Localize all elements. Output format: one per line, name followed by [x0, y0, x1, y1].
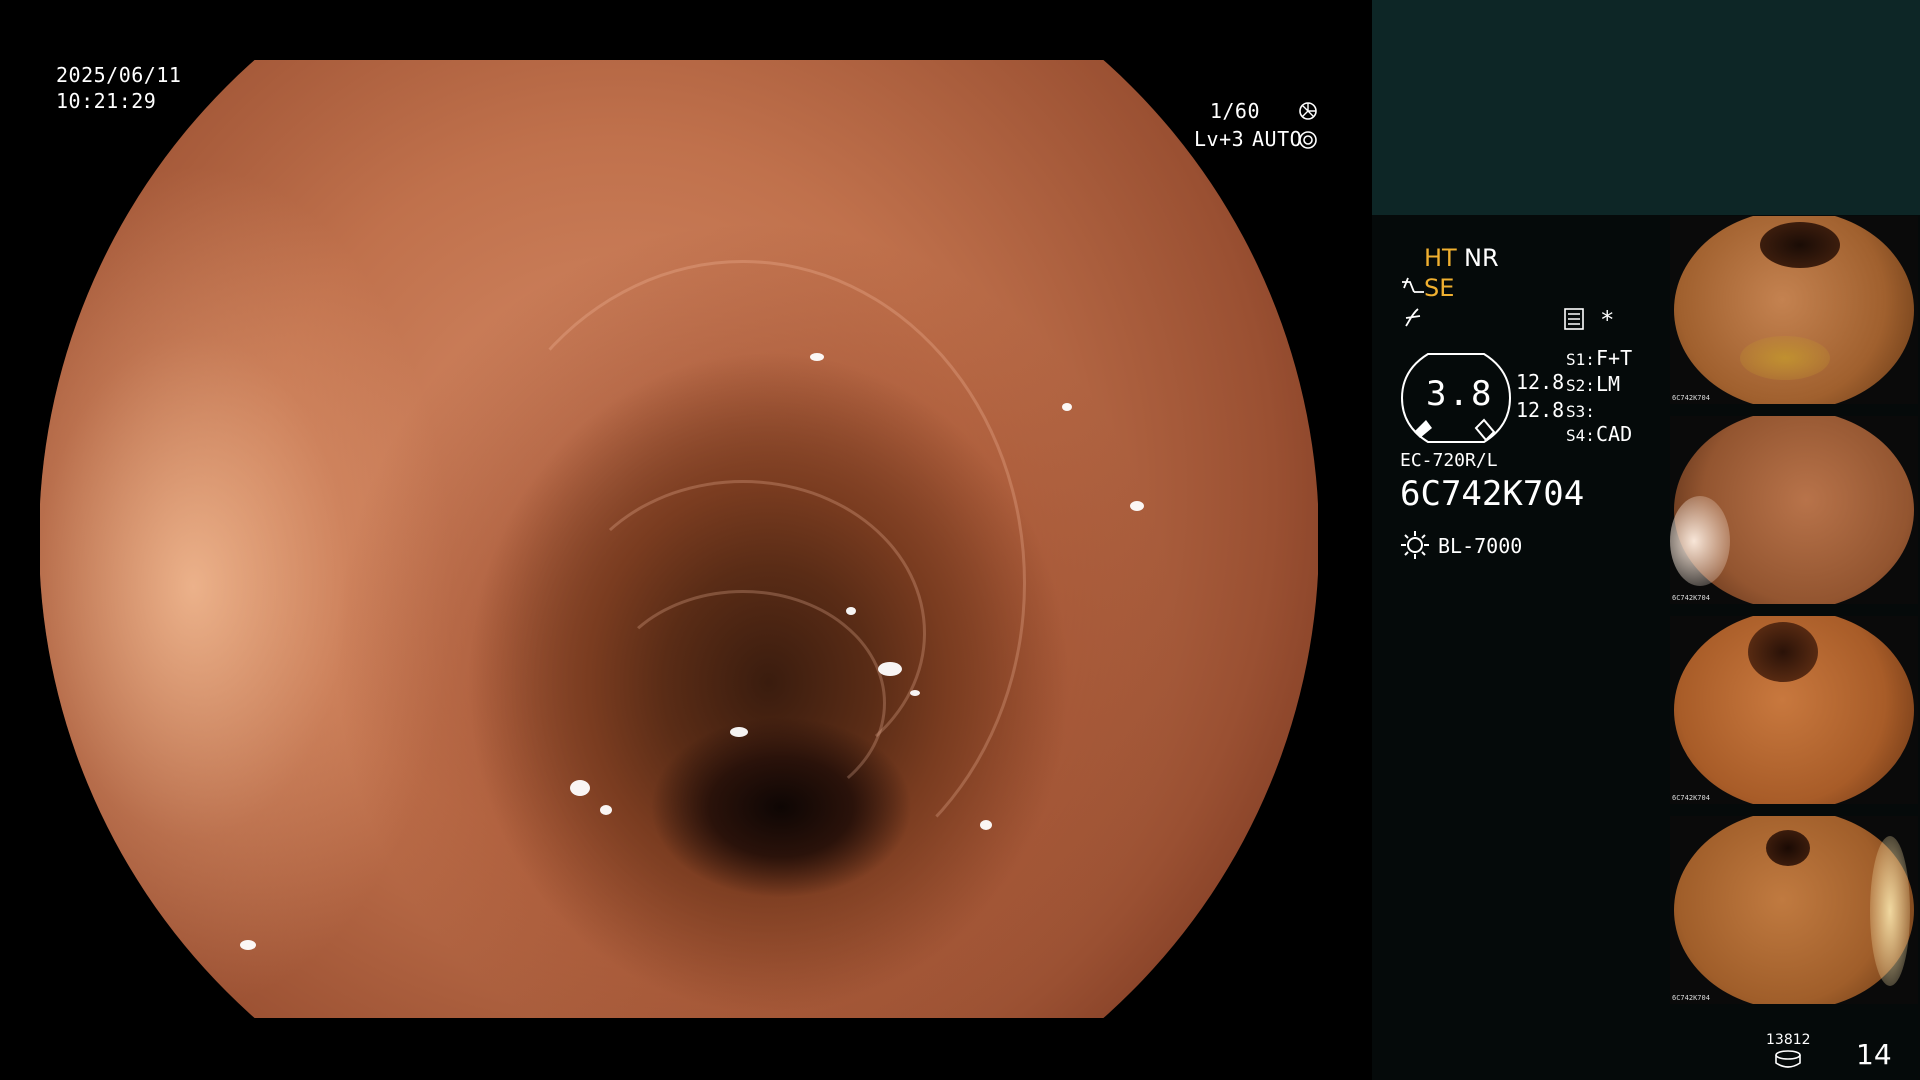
- specular-highlight: [1130, 501, 1144, 511]
- image-count: 14: [1856, 1038, 1892, 1071]
- auto-exposure-icon: [1299, 131, 1317, 149]
- thumbnail-label: 6C742K704: [1672, 794, 1710, 802]
- mucosal-fold: [600, 590, 886, 816]
- captured-thumbnail[interactable]: 6C742K704: [1670, 416, 1918, 604]
- thumbnail-glare: [1870, 836, 1910, 986]
- thumbnail-fluid: [1740, 336, 1830, 380]
- exam-time: 10:21:29: [56, 89, 157, 113]
- specular-highlight: [1062, 403, 1072, 411]
- exam-date: 2025/06/11: [56, 63, 182, 87]
- light-source-icon: [1401, 531, 1429, 559]
- gauge-side-a: 12.8: [1516, 370, 1565, 394]
- endoscope-view: 2025/06/11 10:21:29 1/60 Lv+3 AUTO: [0, 0, 1372, 1080]
- captured-thumbnail[interactable]: 6C742K704: [1670, 616, 1918, 804]
- shutter-speed: 1/60: [1209, 99, 1260, 123]
- brightness-level: Lv+3: [1194, 127, 1245, 151]
- shutter-icon: [1299, 102, 1317, 120]
- exposure-mode: AUTO: [1252, 127, 1303, 151]
- switch-4-key: S4:: [1566, 426, 1595, 445]
- switch-2-value: LM: [1596, 372, 1621, 396]
- storage-icon: [1775, 1050, 1801, 1068]
- storage-count: 13812: [1766, 1032, 1811, 1048]
- thumbnail-glare: [1670, 496, 1730, 586]
- scope-serial: 6C742K704: [1400, 474, 1585, 514]
- se-indicator: SE: [1424, 274, 1455, 302]
- captured-thumbnail[interactable]: 6C742K704: [1670, 816, 1918, 1004]
- gauge-value: 3.8: [1426, 374, 1494, 414]
- specular-highlight: [730, 727, 748, 737]
- light-source-model: BL-7000: [1438, 534, 1523, 558]
- thumbnail-lumen: [1760, 222, 1840, 268]
- endoscope-image: [40, 60, 1318, 1018]
- scope-model: EC-720R/L: [1400, 450, 1498, 471]
- switch-3-key: S3:: [1566, 402, 1595, 421]
- switch-2-key: S2:: [1566, 376, 1595, 395]
- specular-highlight: [910, 690, 920, 696]
- thumbnail-lumen: [1748, 622, 1818, 682]
- thumbnail-lumen: [1766, 830, 1810, 866]
- switch-4-value: CAD: [1596, 422, 1633, 446]
- specular-highlight: [810, 353, 824, 361]
- structure-enhance-icon: [1402, 277, 1424, 293]
- captured-thumbnail[interactable]: 6C742K704: [1670, 216, 1918, 404]
- asterisk-indicator: *: [1600, 306, 1615, 334]
- freeze-icon: [1405, 308, 1421, 327]
- gauge-side-b: 12.8: [1516, 398, 1565, 422]
- thumbnail-label: 6C742K704: [1672, 394, 1710, 402]
- switch-1-value: F+T: [1596, 346, 1633, 370]
- settings-icon: [1564, 308, 1584, 330]
- specular-highlight: [878, 662, 902, 676]
- specular-highlight: [240, 940, 256, 950]
- nr-indicator: NR: [1464, 244, 1499, 272]
- thumbnail-label: 6C742K704: [1672, 994, 1710, 1002]
- specular-highlight: [570, 780, 590, 796]
- thumbnail-label: 6C742K704: [1672, 594, 1710, 602]
- ht-indicator: HT: [1424, 244, 1457, 272]
- panel-header-area: [1372, 0, 1920, 215]
- specular-highlight: [846, 607, 856, 615]
- specular-highlight: [600, 805, 612, 815]
- switch-1-key: S1:: [1566, 350, 1595, 369]
- specular-highlight: [980, 820, 992, 830]
